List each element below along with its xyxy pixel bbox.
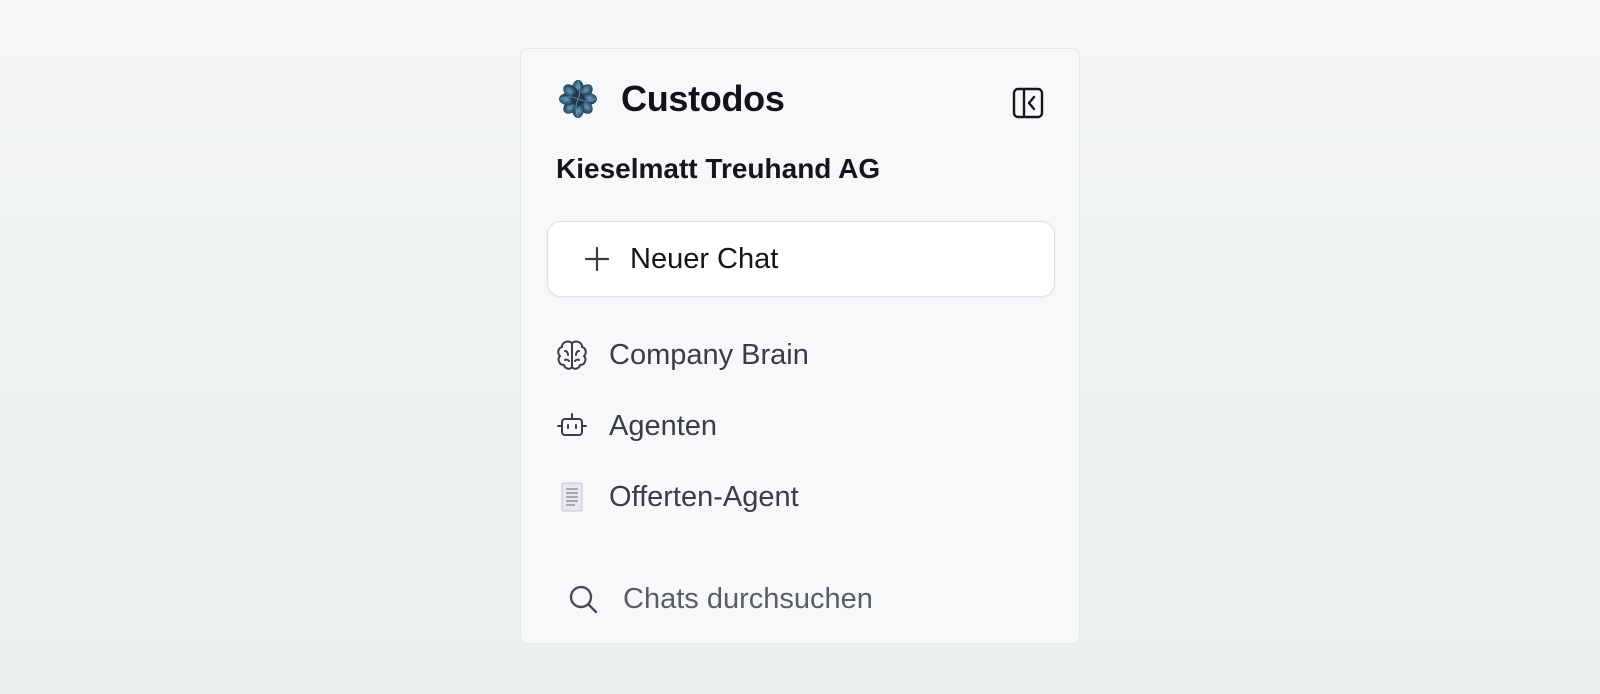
custodos-logo-icon	[559, 80, 597, 118]
nav-item-label: Agenten	[609, 409, 718, 442]
nav-item-label: Offerten-Agent	[609, 480, 799, 513]
collapse-sidebar-button[interactable]	[1011, 86, 1045, 120]
robot-icon	[553, 407, 591, 445]
new-chat-label: Neuer Chat	[630, 242, 779, 275]
app-name: Custodos	[621, 78, 785, 119]
search-icon	[565, 581, 601, 617]
nav-item-agenten[interactable]: Agenten	[545, 398, 1055, 454]
new-chat-button[interactable]: Neuer Chat	[547, 221, 1055, 297]
brain-icon	[553, 336, 591, 374]
sidebar-panel: Custodos Kieselmatt Treuhand AG Neuer Ch…	[520, 48, 1080, 644]
search-chats-label: Chats durchsuchen	[623, 582, 873, 615]
search-chats-button[interactable]: Chats durchsuchen	[557, 571, 1057, 627]
sidebar-collapse-icon	[1012, 87, 1044, 119]
nav-item-label: Company Brain	[609, 338, 809, 371]
nav-item-company-brain[interactable]: Company Brain	[545, 327, 1055, 383]
brand-header: Custodos	[557, 77, 785, 121]
organization-name: Kieselmatt Treuhand AG	[556, 153, 881, 184]
nav-item-offerten-agent[interactable]: Offerten-Agent	[545, 469, 1055, 525]
document-icon	[553, 478, 591, 516]
plus-icon	[582, 244, 612, 274]
